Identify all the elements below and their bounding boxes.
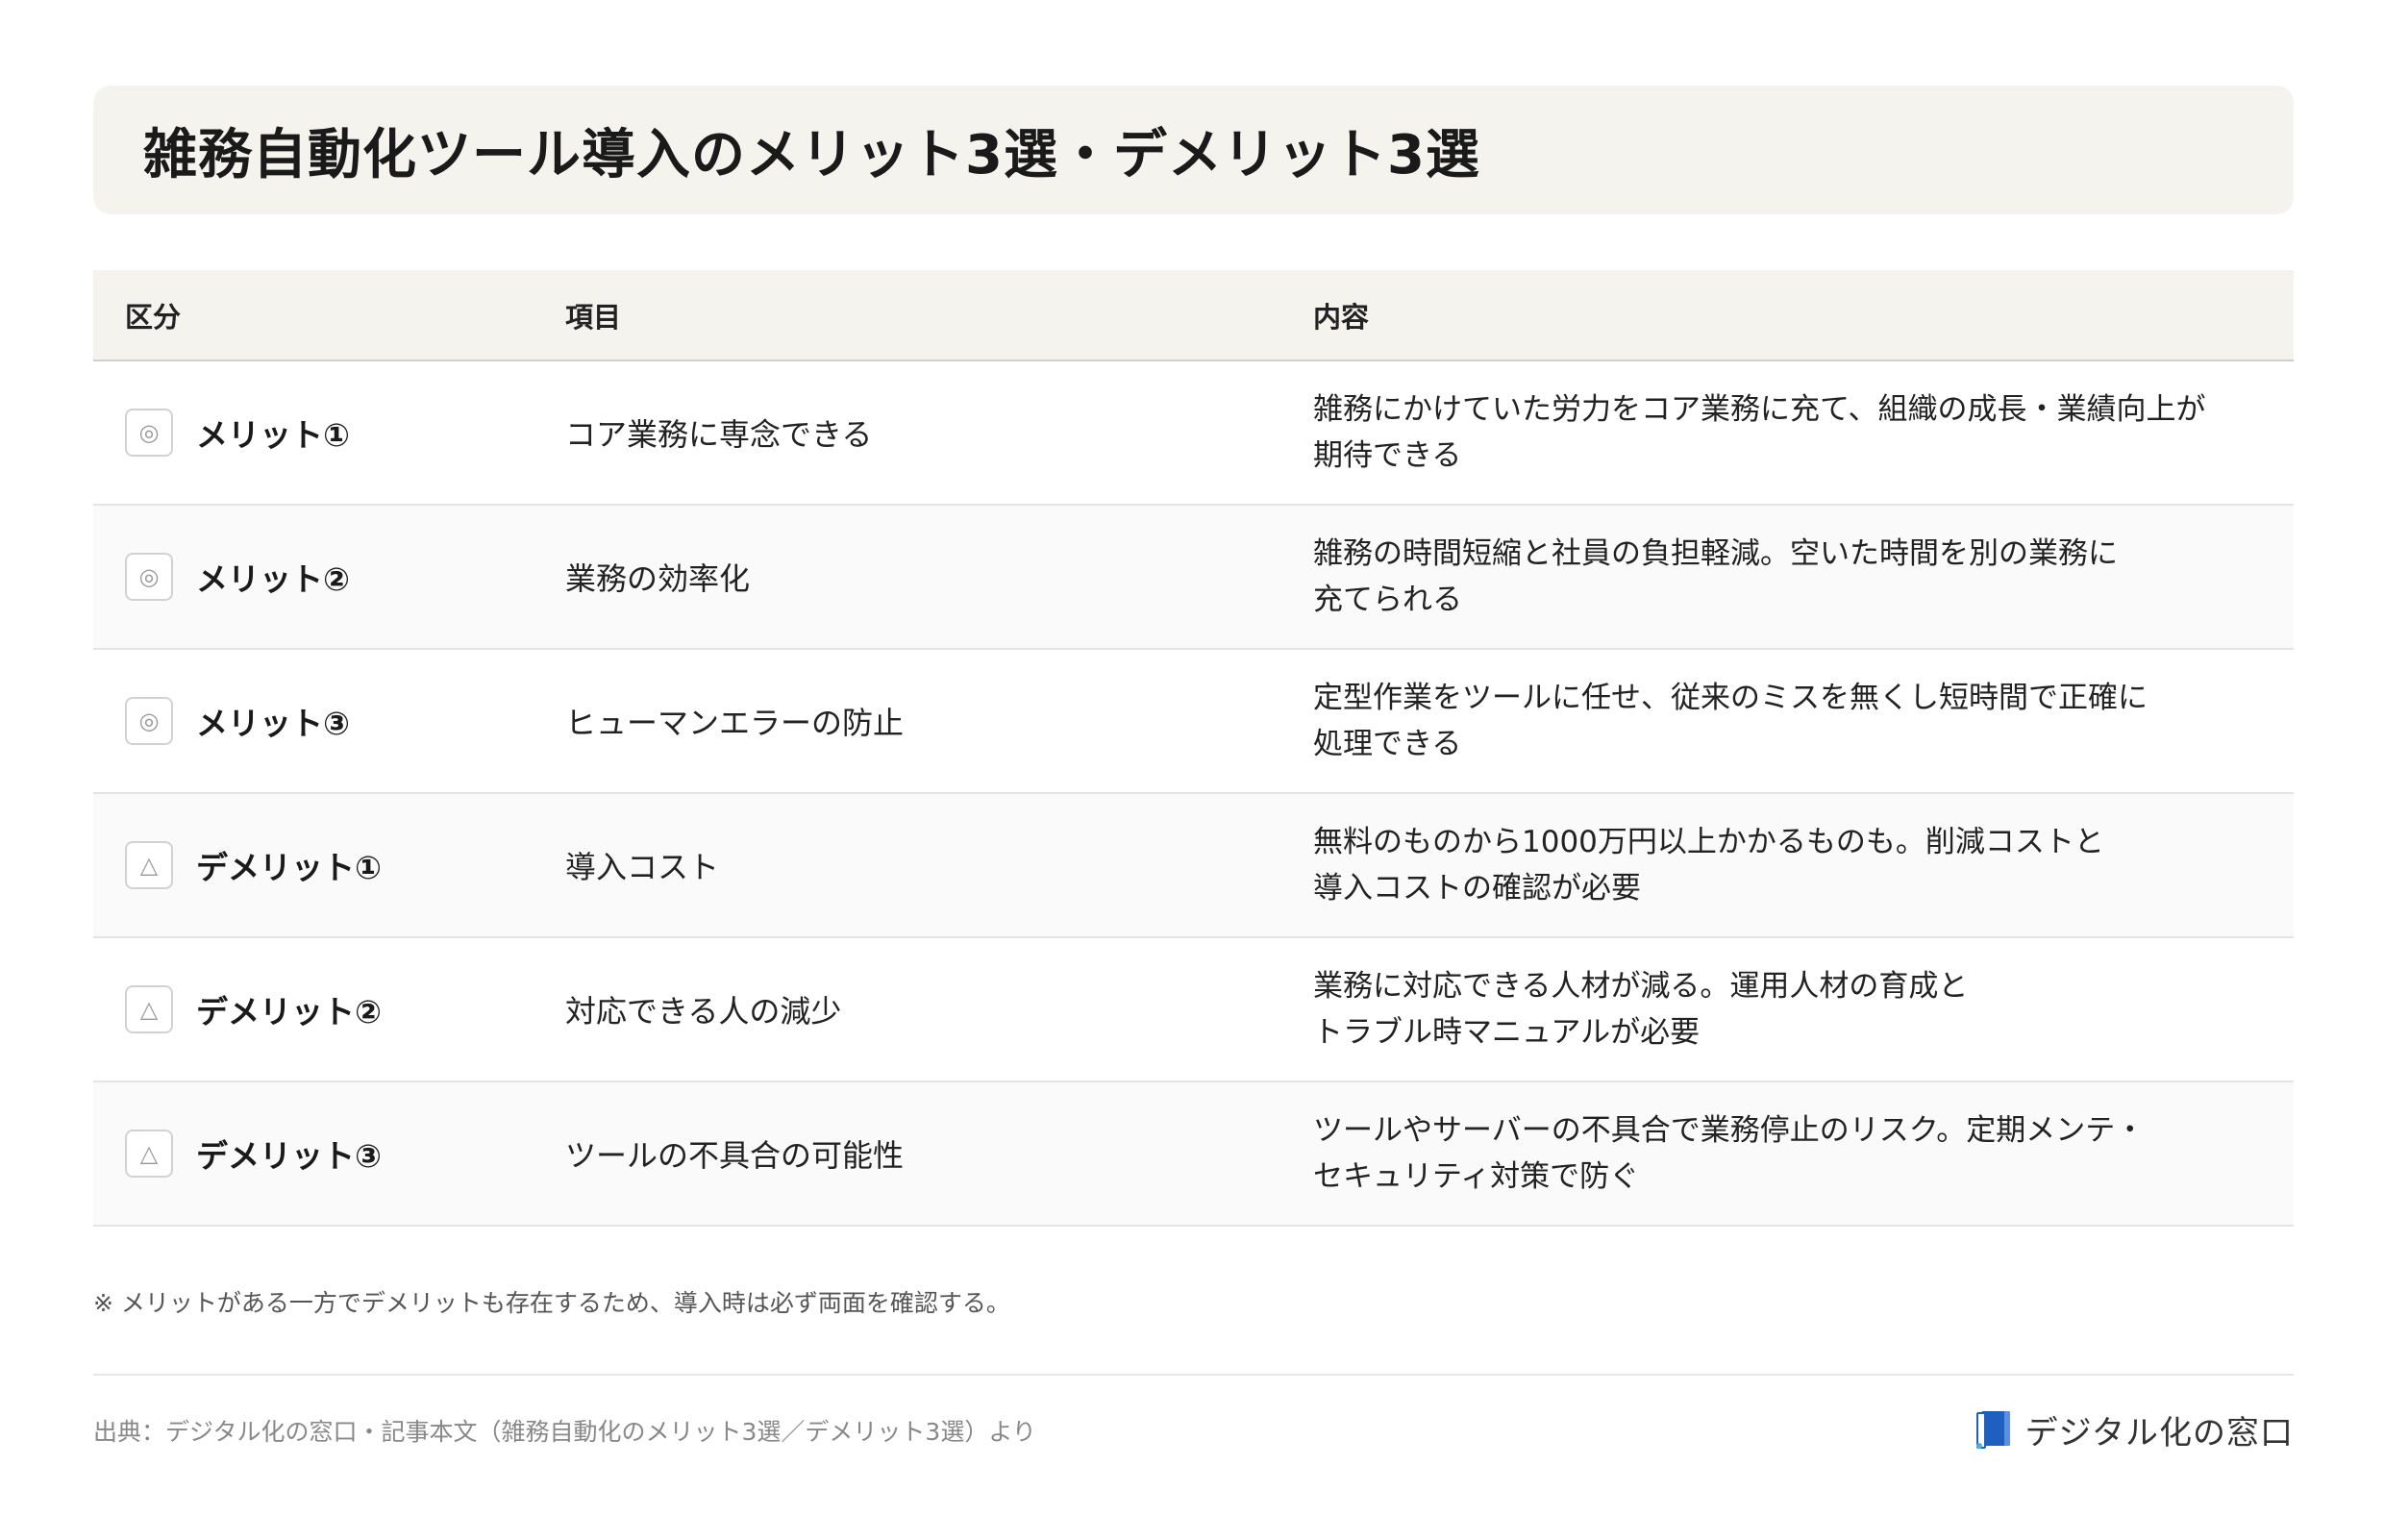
content-line: 業務に対応できる人材が減る。運用人材の育成と [1313,969,1969,1004]
content-line: 定型作業をツールに任せ、従来のミスを無くし短時間で正確に [1313,681,2148,715]
content-line: 処理できる [1313,727,1462,761]
item-cell: ヒューマンエラーの防止 [565,705,905,741]
content-line: ツールやサーバーの不具合で業務停止のリスク。定期メンテ・ [1313,1113,2146,1148]
table-row: ◎ メリット① コア業務に専念できる 雑務にかけていた労力をコア業務に充て、組織… [93,361,2294,506]
content-line: 期待できる [1313,438,1462,473]
comparison-table: 区分 項目 内容 ◎ メリット① コア業務に専念できる 雑務にかけていた労力をコ… [93,270,2294,1227]
double-circle-icon: ◎ [125,553,173,601]
item-cell: ツールの不具合の可能性 [565,1137,905,1174]
category-cell: ◎ メリット③ [125,697,350,745]
category-cell: ◎ メリット① [125,409,350,457]
table-row: ◎ メリット② 業務の効率化 雑務の時間短縮と社員の負担軽減。空いた時間を別の業… [93,506,2294,650]
category-label: メリット③ [196,705,350,742]
table-header: 区分 項目 内容 [93,270,2294,361]
category-cell: △ デメリット① [125,841,382,889]
header-category: 区分 [125,300,182,334]
header-content: 内容 [1313,300,1370,334]
item-cell: コア業務に専念できる [565,416,873,453]
logo-text: デジタル化の窓口 [2024,1414,2294,1453]
triangle-icon: △ [125,1130,173,1178]
item-cell: 導入コスト [565,849,720,885]
content-line: 充てられる [1313,583,1462,617]
content-line: トラブル時マニュアルが必要 [1313,1015,1701,1050]
table-row: △ デメリット③ ツールの不具合の可能性 ツールやサーバーの不具合で業務停止のリ… [93,1082,2294,1227]
category-label: デメリット② [196,993,382,1031]
content-cell: ツールやサーバーの不具合で業務停止のリスク。定期メンテ・ セキュリティ対策で防ぐ [1313,1107,2274,1200]
content-cell: 業務に対応できる人材が減る。運用人材の育成と トラブル時マニュアルが必要 [1313,963,2274,1056]
item-cell: 対応できる人の減少 [565,993,842,1030]
table-row: △ デメリット② 対応できる人の減少 業務に対応できる人材が減る。運用人材の育成… [93,938,2294,1082]
double-circle-icon: ◎ [125,409,173,457]
footer-divider [93,1374,2294,1376]
content-cell: 無料のものから1000万円以上かかるものも。削減コストと 導入コストの確認が必要 [1313,819,2274,911]
content-line: 雑務にかけていた労力をコア業務に充て、組織の成長・業績向上が [1313,392,2206,427]
triangle-icon: △ [125,985,173,1033]
category-cell: △ デメリット③ [125,1130,382,1178]
title-banner: 雑務自動化ツール導入のメリット3選・デメリット3選 [93,86,2294,214]
category-cell: △ デメリット② [125,985,382,1033]
category-label: デメリット③ [196,1137,382,1175]
item-cell: 業務の効率化 [565,560,751,597]
category-label: メリット① [196,416,350,454]
brand-logo: デジタル化の窓口 [1975,1406,2294,1453]
footnote: ※ メリットがある一方でデメリットも存在するため、導入時は必ず両面を確認する。 [93,1289,1010,1317]
content-cell: 雑務にかけていた労力をコア業務に充て、組織の成長・業績向上が 期待できる [1313,386,2274,479]
table-row: △ デメリット① 導入コスト 無料のものから1000万円以上かかるものも。削減コ… [93,794,2294,938]
content-line: 導入コストの確認が必要 [1313,871,1641,906]
table-row: ◎ メリット③ ヒューマンエラーの防止 定型作業をツールに任せ、従来のミスを無く… [93,650,2294,794]
category-cell: ◎ メリット② [125,553,350,601]
content-cell: 定型作業をツールに任せ、従来のミスを無くし短時間で正確に 処理できる [1313,675,2274,767]
source-citation: 出典：デジタル化の窓口・記事本文（雑務自動化のメリット3選／デメリット3選）より [93,1418,1036,1446]
category-label: メリット② [196,560,350,598]
header-item: 項目 [565,300,622,334]
content-line: 雑務の時間短縮と社員の負担軽減。空いた時間を別の業務に [1313,536,2118,571]
content-cell: 雑務の時間短縮と社員の負担軽減。空いた時間を別の業務に 充てられる [1313,531,2274,623]
page-title: 雑務自動化ツール導入のメリット3選・デメリット3選 [143,123,1480,186]
content-line: 無料のものから1000万円以上かかるものも。削減コストと [1313,825,2104,859]
content-line: セキュリティ対策で防ぐ [1313,1159,1640,1194]
double-circle-icon: ◎ [125,697,173,745]
book-logo-icon [1975,1407,2014,1453]
triangle-icon: △ [125,841,173,889]
category-label: デメリット① [196,849,382,886]
